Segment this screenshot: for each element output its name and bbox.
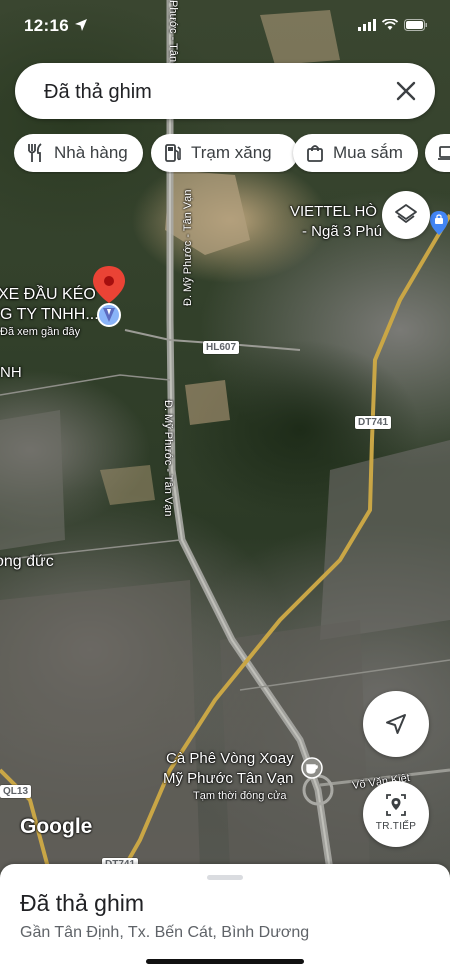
status-bar: 12:16 bbox=[0, 0, 450, 44]
dropped-pin-icon[interactable] bbox=[92, 265, 126, 327]
recently-viewed-label: Đã xem gần đây bbox=[0, 326, 81, 338]
chip-restaurants-label: Nhà hàng bbox=[54, 143, 128, 162]
road-label: Phước - Tân bbox=[167, 0, 179, 63]
search-bar[interactable]: Đã thả ghim bbox=[15, 63, 435, 119]
battery-icon bbox=[404, 19, 427, 31]
place-bottom-sheet[interactable]: Đã thả ghim Gần Tân Định, Tx. Bến Cát, B… bbox=[0, 864, 450, 975]
poi-label-viettel[interactable]: - Ngã 3 Phú bbox=[302, 223, 382, 240]
chip-restaurants[interactable]: Nhà hàng bbox=[14, 134, 143, 172]
place-address: Gần Tân Định, Tx. Bến Cát, Bình Dương bbox=[20, 924, 310, 941]
chip-gas-stations[interactable]: Trạm xăng bbox=[151, 134, 298, 172]
road-shield: HL607 bbox=[203, 341, 240, 354]
layers-icon bbox=[395, 204, 417, 223]
cafe-icon[interactable] bbox=[301, 757, 323, 779]
area-label: NH bbox=[0, 364, 22, 381]
drag-handle[interactable] bbox=[207, 875, 243, 880]
cellular-signal-icon bbox=[358, 19, 376, 31]
live-view-pin-icon bbox=[386, 794, 406, 816]
road-label: Đ. Mỹ Phước - Tân Vạn bbox=[182, 189, 194, 306]
pinned-place-label[interactable]: G TY TNHH... bbox=[0, 306, 99, 324]
close-icon[interactable] bbox=[395, 80, 417, 102]
chip-shopping[interactable]: Mua sắm bbox=[293, 134, 418, 172]
search-query[interactable]: Đã thả ghim bbox=[44, 81, 152, 104]
layers-button[interactable] bbox=[382, 191, 430, 239]
navigation-arrow-icon bbox=[386, 714, 406, 734]
road-shield: QL13 bbox=[0, 785, 32, 798]
shopping-bag-icon bbox=[307, 145, 323, 162]
status-icons bbox=[358, 19, 428, 31]
road-label: Đ. Mỹ Phước - Tân Vạn bbox=[162, 400, 174, 517]
place-title: Đã thả ghim bbox=[20, 890, 145, 916]
wifi-icon bbox=[382, 19, 398, 30]
poi-label-cafe[interactable]: Mỹ Phước Tân Vạn bbox=[163, 770, 294, 787]
directions-label: TR.TIẾP bbox=[375, 821, 417, 832]
home-indicator[interactable] bbox=[146, 959, 304, 964]
laptop-icon bbox=[438, 146, 450, 160]
poi-label-cafe[interactable]: Cà Phê Vòng Xoay bbox=[166, 750, 294, 767]
location-arrow-icon bbox=[75, 19, 87, 31]
restaurant-icon bbox=[28, 143, 42, 162]
poi-label-viettel[interactable]: VIETTEL HÒ bbox=[290, 203, 377, 220]
directions-button[interactable]: TR.TIẾP bbox=[363, 781, 429, 847]
my-location-button[interactable] bbox=[363, 691, 429, 757]
shop-pin-icon[interactable] bbox=[429, 210, 449, 236]
area-label: ong đức bbox=[0, 553, 54, 570]
pinned-place-label[interactable]: XE ĐẦU KÉO bbox=[0, 286, 96, 304]
gas-station-icon bbox=[165, 144, 181, 162]
road-shield: DT741 bbox=[355, 416, 392, 429]
chip-electronics[interactable] bbox=[425, 134, 450, 172]
poi-status-label: Tạm thời đóng cửa bbox=[193, 790, 287, 802]
status-time: 12:16 bbox=[24, 16, 69, 35]
google-logo: Google bbox=[20, 815, 93, 838]
chip-shopping-label: Mua sắm bbox=[333, 143, 403, 162]
category-chips: Nhà hàng Trạm xăng Mua sắm bbox=[14, 134, 450, 174]
chip-gas-stations-label: Trạm xăng bbox=[191, 143, 272, 162]
